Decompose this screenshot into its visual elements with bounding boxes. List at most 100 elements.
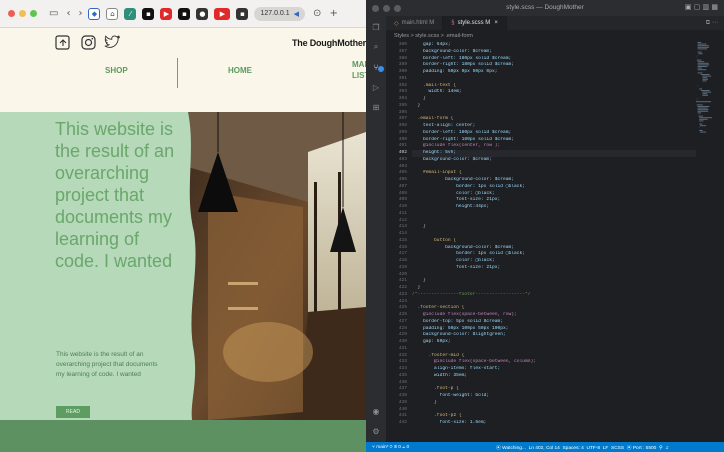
code-line[interactable]: height:44px; xyxy=(412,204,712,211)
nav-link-mailing-list-line2[interactable]: LIST xyxy=(352,71,366,80)
nav-link-mailing-list-line1[interactable]: MAI xyxy=(352,60,366,69)
code-line[interactable]: background-color: $cream; xyxy=(412,245,712,252)
code-line[interactable]: padding: 50px 100px 50px 100px; xyxy=(412,326,712,333)
status-branch[interactable]: ⑂ main* ⟳ ⊗ 0 ⚠ 0 xyxy=(372,444,409,450)
code-line[interactable] xyxy=(412,110,712,117)
nav-link-home[interactable]: HOME xyxy=(228,66,252,75)
breadcrumb[interactable]: Styles > style.scss > .email-form xyxy=(386,30,724,41)
code-line[interactable]: color: ▢black; xyxy=(412,191,712,198)
close-window-button[interactable] xyxy=(8,10,15,17)
code-line[interactable] xyxy=(412,211,712,218)
settings-gear-icon[interactable]: ⚙ xyxy=(371,426,381,436)
code-line[interactable]: } xyxy=(412,400,712,407)
code-line[interactable]: #email-input { xyxy=(412,170,712,177)
code-line[interactable] xyxy=(412,76,712,83)
code-line[interactable]: border-right: 180px solid $cream; xyxy=(412,137,712,144)
dark-tab-icon[interactable]: ▪ xyxy=(178,7,191,20)
code-line[interactable] xyxy=(412,380,712,387)
code-line[interactable]: text-align: center; xyxy=(412,123,712,130)
tab-icon-dark-3[interactable]: ▪ xyxy=(236,7,249,20)
code-line[interactable]: background-color: $cream; xyxy=(412,177,712,184)
minimap[interactable] xyxy=(696,42,718,432)
code-line[interactable]: align-items: flex-start; xyxy=(412,366,712,373)
search-icon[interactable]: ⌕ xyxy=(371,42,381,52)
code-line[interactable]: @include flex(space-between, row); xyxy=(412,312,712,319)
code-line[interactable]: border: 1px solid ▢black; xyxy=(412,251,712,258)
code-line[interactable]: button { xyxy=(412,238,712,245)
code-line[interactable] xyxy=(412,231,712,238)
forward-icon[interactable]: › xyxy=(78,8,82,19)
code-line[interactable] xyxy=(412,299,712,306)
code-line[interactable] xyxy=(412,407,712,414)
app-tab-icon[interactable]: ⁄ xyxy=(124,7,137,20)
code-line[interactable]: background-color: $cream; xyxy=(412,49,712,56)
code-line[interactable]: .foot-p { xyxy=(412,386,712,393)
tab-style-scss[interactable]: § style.scss M × xyxy=(443,16,507,30)
close-tab-icon[interactable]: × xyxy=(494,20,498,26)
code-line[interactable]: width: 35em; xyxy=(412,373,712,380)
code-line[interactable]: @include flex(center, row ); xyxy=(412,143,712,150)
extension-icon[interactable]: ⊙ xyxy=(313,8,321,19)
code-line[interactable]: font-size: 21px; xyxy=(412,197,712,204)
minimize-window-button[interactable] xyxy=(19,10,26,17)
code-line[interactable]: /*---------------footer-----------------… xyxy=(412,292,712,299)
code-line[interactable] xyxy=(412,218,712,225)
status-details[interactable]: ⦿ Watching... Ln 402, Col 14 Spaces: 4 U… xyxy=(496,444,669,451)
code-line[interactable]: } xyxy=(412,224,712,231)
code-line[interactable]: font-size: 1.5em; xyxy=(412,420,712,427)
account-icon[interactable]: ◉ xyxy=(371,406,381,416)
code-line[interactable]: font-size: 21px; xyxy=(412,265,712,272)
code-line[interactable]: border-left: 180px solid $cream; xyxy=(412,130,712,137)
code-line[interactable]: .mail-text { xyxy=(412,83,712,90)
code-line[interactable]: @include flex(space-between, column); xyxy=(412,359,712,366)
brand-logo-text[interactable]: The DoughMother xyxy=(292,38,366,48)
read-more-button[interactable]: READ xyxy=(56,406,90,418)
new-tab-icon[interactable]: + xyxy=(329,8,337,19)
code-line[interactable]: background-color: $cream; xyxy=(412,157,712,164)
split-editor-icon[interactable]: ⧉ ⋯ xyxy=(706,19,718,27)
code-area[interactable]: gap: 54px; background-color: $cream; bor… xyxy=(412,42,712,427)
code-line[interactable]: background-color: $lightgreen; xyxy=(412,332,712,339)
code-line[interactable]: border: 1px solid ▢black; xyxy=(412,184,712,191)
youtube-tab-icon-2[interactable]: ▶ xyxy=(214,7,231,20)
youtube-tab-icon[interactable]: ▶ xyxy=(160,7,173,20)
code-line[interactable]: border-top: 5px solid $cream; xyxy=(412,319,712,326)
code-line[interactable]: } xyxy=(412,96,712,103)
code-line[interactable]: .email-form { xyxy=(412,116,712,123)
code-line[interactable]: .footer-section { xyxy=(412,305,712,312)
layout-controls-icon[interactable]: ▣ ▢ ▥ ▦ xyxy=(685,3,718,11)
instagram-icon[interactable] xyxy=(80,34,96,50)
code-line[interactable]: width: 14em; xyxy=(412,89,712,96)
code-line[interactable]: border-right: 180px solid $cream; xyxy=(412,62,712,69)
extensions-icon[interactable]: ⊞ xyxy=(371,102,381,112)
explorer-icon[interactable]: ❐ xyxy=(371,22,381,32)
code-line[interactable]: .footer-mid { xyxy=(412,353,712,360)
code-line[interactable] xyxy=(412,272,712,279)
share-icon[interactable] xyxy=(54,34,70,50)
shield-tab-icon[interactable]: ◆ xyxy=(88,7,101,20)
back-icon[interactable]: ‹ xyxy=(66,8,70,19)
address-bar[interactable]: 127.0.0.1 ◀ xyxy=(254,6,306,21)
code-line[interactable]: } xyxy=(412,278,712,285)
code-line[interactable]: gap: 54px; xyxy=(412,42,712,49)
app-tab-icon-2[interactable]: ▪ xyxy=(142,7,155,20)
code-line[interactable]: } xyxy=(412,285,712,292)
home-tab-icon[interactable]: ⌂ xyxy=(106,7,119,20)
nav-link-shop[interactable]: SHOP xyxy=(105,66,128,75)
code-line[interactable]: font-weight: bold; xyxy=(412,393,712,400)
code-line[interactable] xyxy=(412,346,712,353)
code-line[interactable]: color: ▢black; xyxy=(412,258,712,265)
code-line[interactable] xyxy=(412,164,712,171)
tab-main-html[interactable]: ◇ main.html M xyxy=(386,16,444,30)
code-line[interactable]: border-left: 180px solid $cream; xyxy=(412,56,712,63)
code-line[interactable]: } xyxy=(412,103,712,110)
sidebar-toggle-icon[interactable]: ▭ xyxy=(49,8,58,19)
code-line[interactable]: padding: 50px 0px 50px 0px; xyxy=(412,69,712,76)
code-line[interactable]: .foot-p2 { xyxy=(412,413,712,420)
code-line[interactable]: gap: 50px; xyxy=(412,339,712,346)
run-debug-icon[interactable]: ▷ xyxy=(371,82,381,92)
github-tab-icon[interactable]: ● xyxy=(196,7,209,20)
twitter-icon[interactable] xyxy=(104,34,120,50)
maximize-window-button[interactable] xyxy=(30,10,37,17)
code-line[interactable]: height: 5vh; xyxy=(412,150,712,157)
